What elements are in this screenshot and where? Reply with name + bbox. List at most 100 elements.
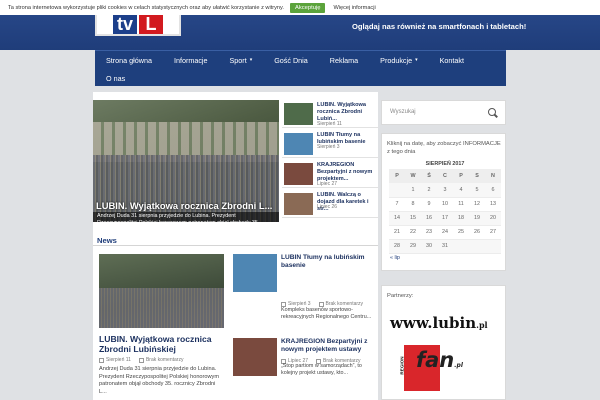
news-big-comments[interactable]: Brak komentarzy [146, 357, 184, 363]
cookie-more-link[interactable]: Więcej informacji [333, 5, 375, 11]
news-item-excerpt: Kompleks basenów sportowo-rekreacyjnych … [281, 307, 372, 320]
nav-item-kontakt[interactable]: Kontakt [429, 51, 475, 69]
calendar-day[interactable]: 21 [389, 225, 405, 240]
calendar-day[interactable]: 22 [405, 225, 421, 240]
calendar-month: SIERPIEŃ 2017 [425, 161, 465, 167]
calendar-day[interactable]: 2 [421, 183, 437, 198]
thumb-image[interactable] [284, 193, 313, 215]
calendar-day[interactable]: 31 [437, 239, 453, 254]
news-heading-bar: News [93, 235, 378, 246]
calendar-day[interactable]: 20 [485, 211, 501, 226]
calendar-day[interactable]: 10 [437, 197, 453, 212]
slider-thumb[interactable]: LUBIN. Walczą o dojazd dla karetek i str… [282, 190, 378, 218]
calendar-day[interactable]: 30 [421, 239, 437, 254]
thumb-image[interactable] [284, 133, 313, 155]
calendar-day[interactable]: 25 [453, 225, 469, 240]
main-nav: Strona główna Informacje Sport ▾ Gość Dnia Re… [95, 50, 506, 86]
calendar-day[interactable]: 9 [421, 197, 437, 212]
calendar-weekday: P [453, 169, 469, 183]
calendar-day[interactable]: 1 [405, 183, 421, 198]
thumb-title[interactable]: LUBIN. Wyjątkowa rocznica Zbrodni Lubiń.… [317, 102, 377, 123]
partners-label: Partnerzy: [387, 293, 414, 299]
calendar-day[interactable]: 13 [485, 197, 501, 212]
partner-fan-text[interactable]: fan.pl [416, 348, 463, 372]
calendar-intro: Kliknij na datę, aby zobaczyć INFORMACJE… [387, 141, 501, 155]
news-item[interactable]: LUBIN Tłumy na lubińskim basenie Sierpień… [233, 254, 373, 320]
news-item-title[interactable]: LUBIN Tłumy na lubińskim basenie [281, 254, 373, 270]
comment-icon [138, 357, 144, 363]
calendar-day[interactable]: 16 [421, 211, 437, 226]
thumb-image[interactable] [284, 163, 313, 185]
search-input[interactable]: Wyszukaj [390, 109, 416, 115]
slider-thumb[interactable]: LUBIN. Wyjątkowa rocznica Zbrodni Lubiń.… [282, 100, 378, 128]
news-big-item[interactable]: LUBIN. Wyjątkowa rocznica Zbrodni Lubińs… [99, 254, 224, 396]
featured-slide[interactable]: LUBIN. Wyjątkowa rocznica Zbrodni L... A… [93, 100, 279, 222]
calendar-weekday: N [485, 169, 501, 183]
cookie-bar: Ta strona internetowa wykorzystuje pliki… [0, 0, 600, 15]
nav-item-label: Sport [229, 55, 247, 65]
calendar-day[interactable]: 23 [421, 225, 437, 240]
calendar-day[interactable]: 11 [453, 197, 469, 212]
nav-item-sport[interactable]: Sport ▾ [219, 51, 264, 69]
nav-row-1: Strona główna Informacje Sport ▾ Gość Dnia Re… [95, 51, 475, 69]
news-item[interactable]: KRAJREGION Bezpartyjni z nowym projektem… [233, 338, 373, 376]
nav-item-label: Reklama [329, 55, 359, 65]
nav-item-o-nas[interactable]: O nas [95, 69, 136, 87]
calendar-day[interactable]: 18 [453, 211, 469, 226]
calendar-prev-link[interactable]: « lip [390, 255, 400, 261]
nav-item-gość-dnia[interactable]: Gość Dnia [263, 51, 319, 69]
thumb-date: Sierpień 11 [317, 121, 342, 127]
calendar-day[interactable]: 17 [437, 211, 453, 226]
calendar-day[interactable]: 7 [389, 197, 405, 212]
news-heading: News [97, 236, 117, 245]
calendar-day[interactable]: 19 [469, 211, 485, 226]
featured-excerpt: Andrzej Duda 31 sierpnia przyjedzie do L… [97, 213, 259, 222]
calendar-day[interactable]: 12 [469, 197, 485, 212]
calendar-day[interactable]: 14 [389, 211, 405, 226]
nav-item-label: Informacje [173, 55, 208, 65]
nav-item-informacje[interactable]: Informacje [163, 51, 219, 69]
calendar-day[interactable]: 5 [469, 183, 485, 198]
partner-fan-word: fan [416, 348, 455, 372]
calendar-day [485, 239, 501, 254]
calendar-day[interactable]: 3 [437, 183, 453, 198]
partner-lubin-logo[interactable]: www.lubin.pl [390, 314, 488, 332]
calendar-day[interactable]: 15 [405, 211, 421, 226]
nav-item-produkcje[interactable]: Produkcje ▾ [369, 51, 428, 69]
cookie-text: Ta strona internetowa wykorzystuje pliki… [8, 4, 284, 11]
thumb-image[interactable] [284, 103, 313, 125]
calendar-weekday: C [437, 169, 453, 183]
calendar-day[interactable]: 4 [453, 183, 469, 198]
partner-fan-suffix: .pl [454, 362, 463, 369]
news-big-image[interactable] [99, 254, 224, 328]
featured-title[interactable]: LUBIN. Wyjątkowa rocznica Zbrodni L... [96, 200, 272, 211]
nav-item-label: Produkcje [380, 55, 413, 65]
calendar-day[interactable]: 26 [469, 225, 485, 240]
nav-item-reklama[interactable]: Reklama [319, 51, 369, 69]
search-box[interactable]: Wyszukaj [381, 100, 506, 125]
cookie-accept-button[interactable]: Akceptuję [289, 2, 326, 13]
calendar-day[interactable]: 8 [405, 197, 421, 212]
news-item-excerpt: „Stop partiom w samorządach”, to kolejny… [281, 363, 362, 376]
calendar-day[interactable]: 24 [437, 225, 453, 240]
calendar-weekday: W [405, 169, 421, 183]
comment-icon [318, 301, 324, 307]
calendar-icon [281, 301, 286, 307]
partner-lubin-suffix: .pl [476, 320, 488, 330]
search-icon[interactable] [488, 108, 496, 116]
partners-widget: Partnerzy: www.lubin.pl REGION fan.pl [381, 285, 506, 400]
calendar-day[interactable]: 28 [389, 239, 405, 254]
thumb-title[interactable]: KRAJREGION Bezpartyjni z nowym projektem… [317, 162, 377, 183]
calendar-day[interactable]: 6 [485, 183, 501, 198]
news-item-title[interactable]: KRAJREGION Bezpartyjni z nowym projektem… [281, 338, 373, 354]
news-item-image[interactable] [233, 254, 277, 292]
nav-item-strona-główna[interactable]: Strona główna [95, 51, 163, 69]
slider-thumb[interactable]: LUBIN Tłumy na lubińskim basenie Sierpień… [282, 130, 378, 158]
news-big-date: Sierpień 11 [106, 357, 131, 363]
calendar-day[interactable]: 29 [405, 239, 421, 254]
slider-thumb[interactable]: KRAJREGION Bezpartyjni z nowym projektem… [282, 160, 378, 188]
news-big-title[interactable]: LUBIN. Wyjątkowa rocznica Zbrodni Lubińs… [99, 334, 224, 354]
news-item-image[interactable] [233, 338, 277, 376]
logo-l: L [139, 12, 163, 34]
calendar-day[interactable]: 27 [485, 225, 501, 240]
